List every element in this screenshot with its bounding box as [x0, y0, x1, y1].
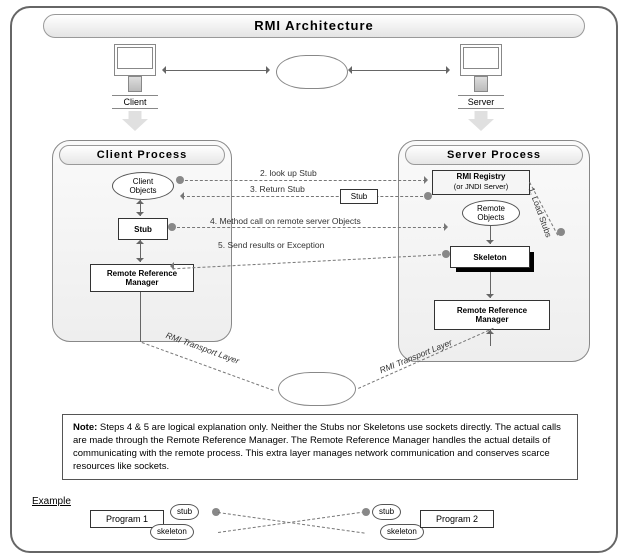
msg3-text: 3. Return Stub	[250, 184, 305, 194]
top-link-line	[350, 70, 448, 71]
msg3-line	[182, 196, 428, 197]
computer-stand	[474, 76, 488, 92]
remote-objects-oval: Remote Objects	[462, 200, 520, 226]
server-host: Server	[458, 44, 504, 131]
client-label: Client	[112, 95, 158, 109]
top-link-line	[164, 70, 268, 71]
program2-stub: stub	[372, 504, 401, 520]
arrowhead-right-icon	[446, 66, 454, 74]
page-title: RMI Architecture	[43, 14, 585, 38]
msg4-line	[172, 227, 446, 228]
note-box: Note: Steps 4 & 5 are logical explanatio…	[62, 414, 578, 480]
arrowhead-right-icon	[266, 66, 274, 74]
vline	[140, 292, 141, 342]
cloud-icon	[278, 372, 356, 406]
arrowhead-up-icon	[486, 326, 494, 334]
endpoint-dot	[176, 176, 184, 184]
arrowhead-left-icon	[344, 66, 352, 74]
arrowhead-right-icon	[444, 223, 452, 231]
skeleton-box: Skeleton	[450, 246, 530, 268]
example-label: Example	[32, 496, 71, 507]
down-arrow-icon	[122, 111, 148, 131]
msg5-text: 5. Send results or Exception	[218, 240, 324, 250]
msg2-text: 2. look up Stub	[260, 168, 317, 178]
cloud-icon	[276, 55, 348, 89]
server-label: Server	[458, 95, 504, 109]
endpoint-dot	[362, 508, 370, 516]
msg4-text: 4. Method call on remote server Objects	[210, 216, 361, 226]
stub-message-box: Stub	[340, 189, 378, 204]
client-process-title: Client Process	[59, 145, 225, 165]
note-label: Note:	[73, 422, 97, 433]
rmi-registry-box: RMI Registry (or JNDI Server)	[432, 170, 530, 195]
endpoint-dot	[424, 192, 432, 200]
arrowhead-left-icon	[158, 66, 166, 74]
program2-box: Program 2	[420, 510, 494, 528]
server-process-title: Server Process	[405, 145, 583, 165]
program1-stub: stub	[170, 504, 199, 520]
down-arrow-icon	[468, 111, 494, 131]
program1-skeleton: skeleton	[150, 524, 194, 540]
rmi-registry-line2: (or JNDI Server)	[433, 182, 529, 192]
arrowhead-up-icon	[136, 236, 144, 244]
computer-stand	[128, 76, 142, 92]
endpoint-dot	[557, 228, 565, 236]
monitor-icon	[114, 44, 156, 76]
arrowhead-left-icon	[176, 192, 184, 200]
note-text: Steps 4 & 5 are logical explanation only…	[73, 422, 561, 472]
arrowhead-right-icon	[424, 176, 432, 184]
arrowhead-left-icon	[166, 262, 174, 270]
arrowhead-up-icon	[136, 196, 144, 204]
program2-skeleton: skeleton	[380, 524, 424, 540]
client-host: Client	[112, 44, 158, 131]
msg2-line	[180, 180, 426, 181]
endpoint-dot	[168, 223, 176, 231]
rmi-registry-line1: RMI Registry	[433, 172, 529, 182]
diagram-frame: RMI Architecture Client Server Client Pr…	[0, 0, 628, 559]
endpoint-dot	[442, 250, 450, 258]
monitor-icon	[460, 44, 502, 76]
